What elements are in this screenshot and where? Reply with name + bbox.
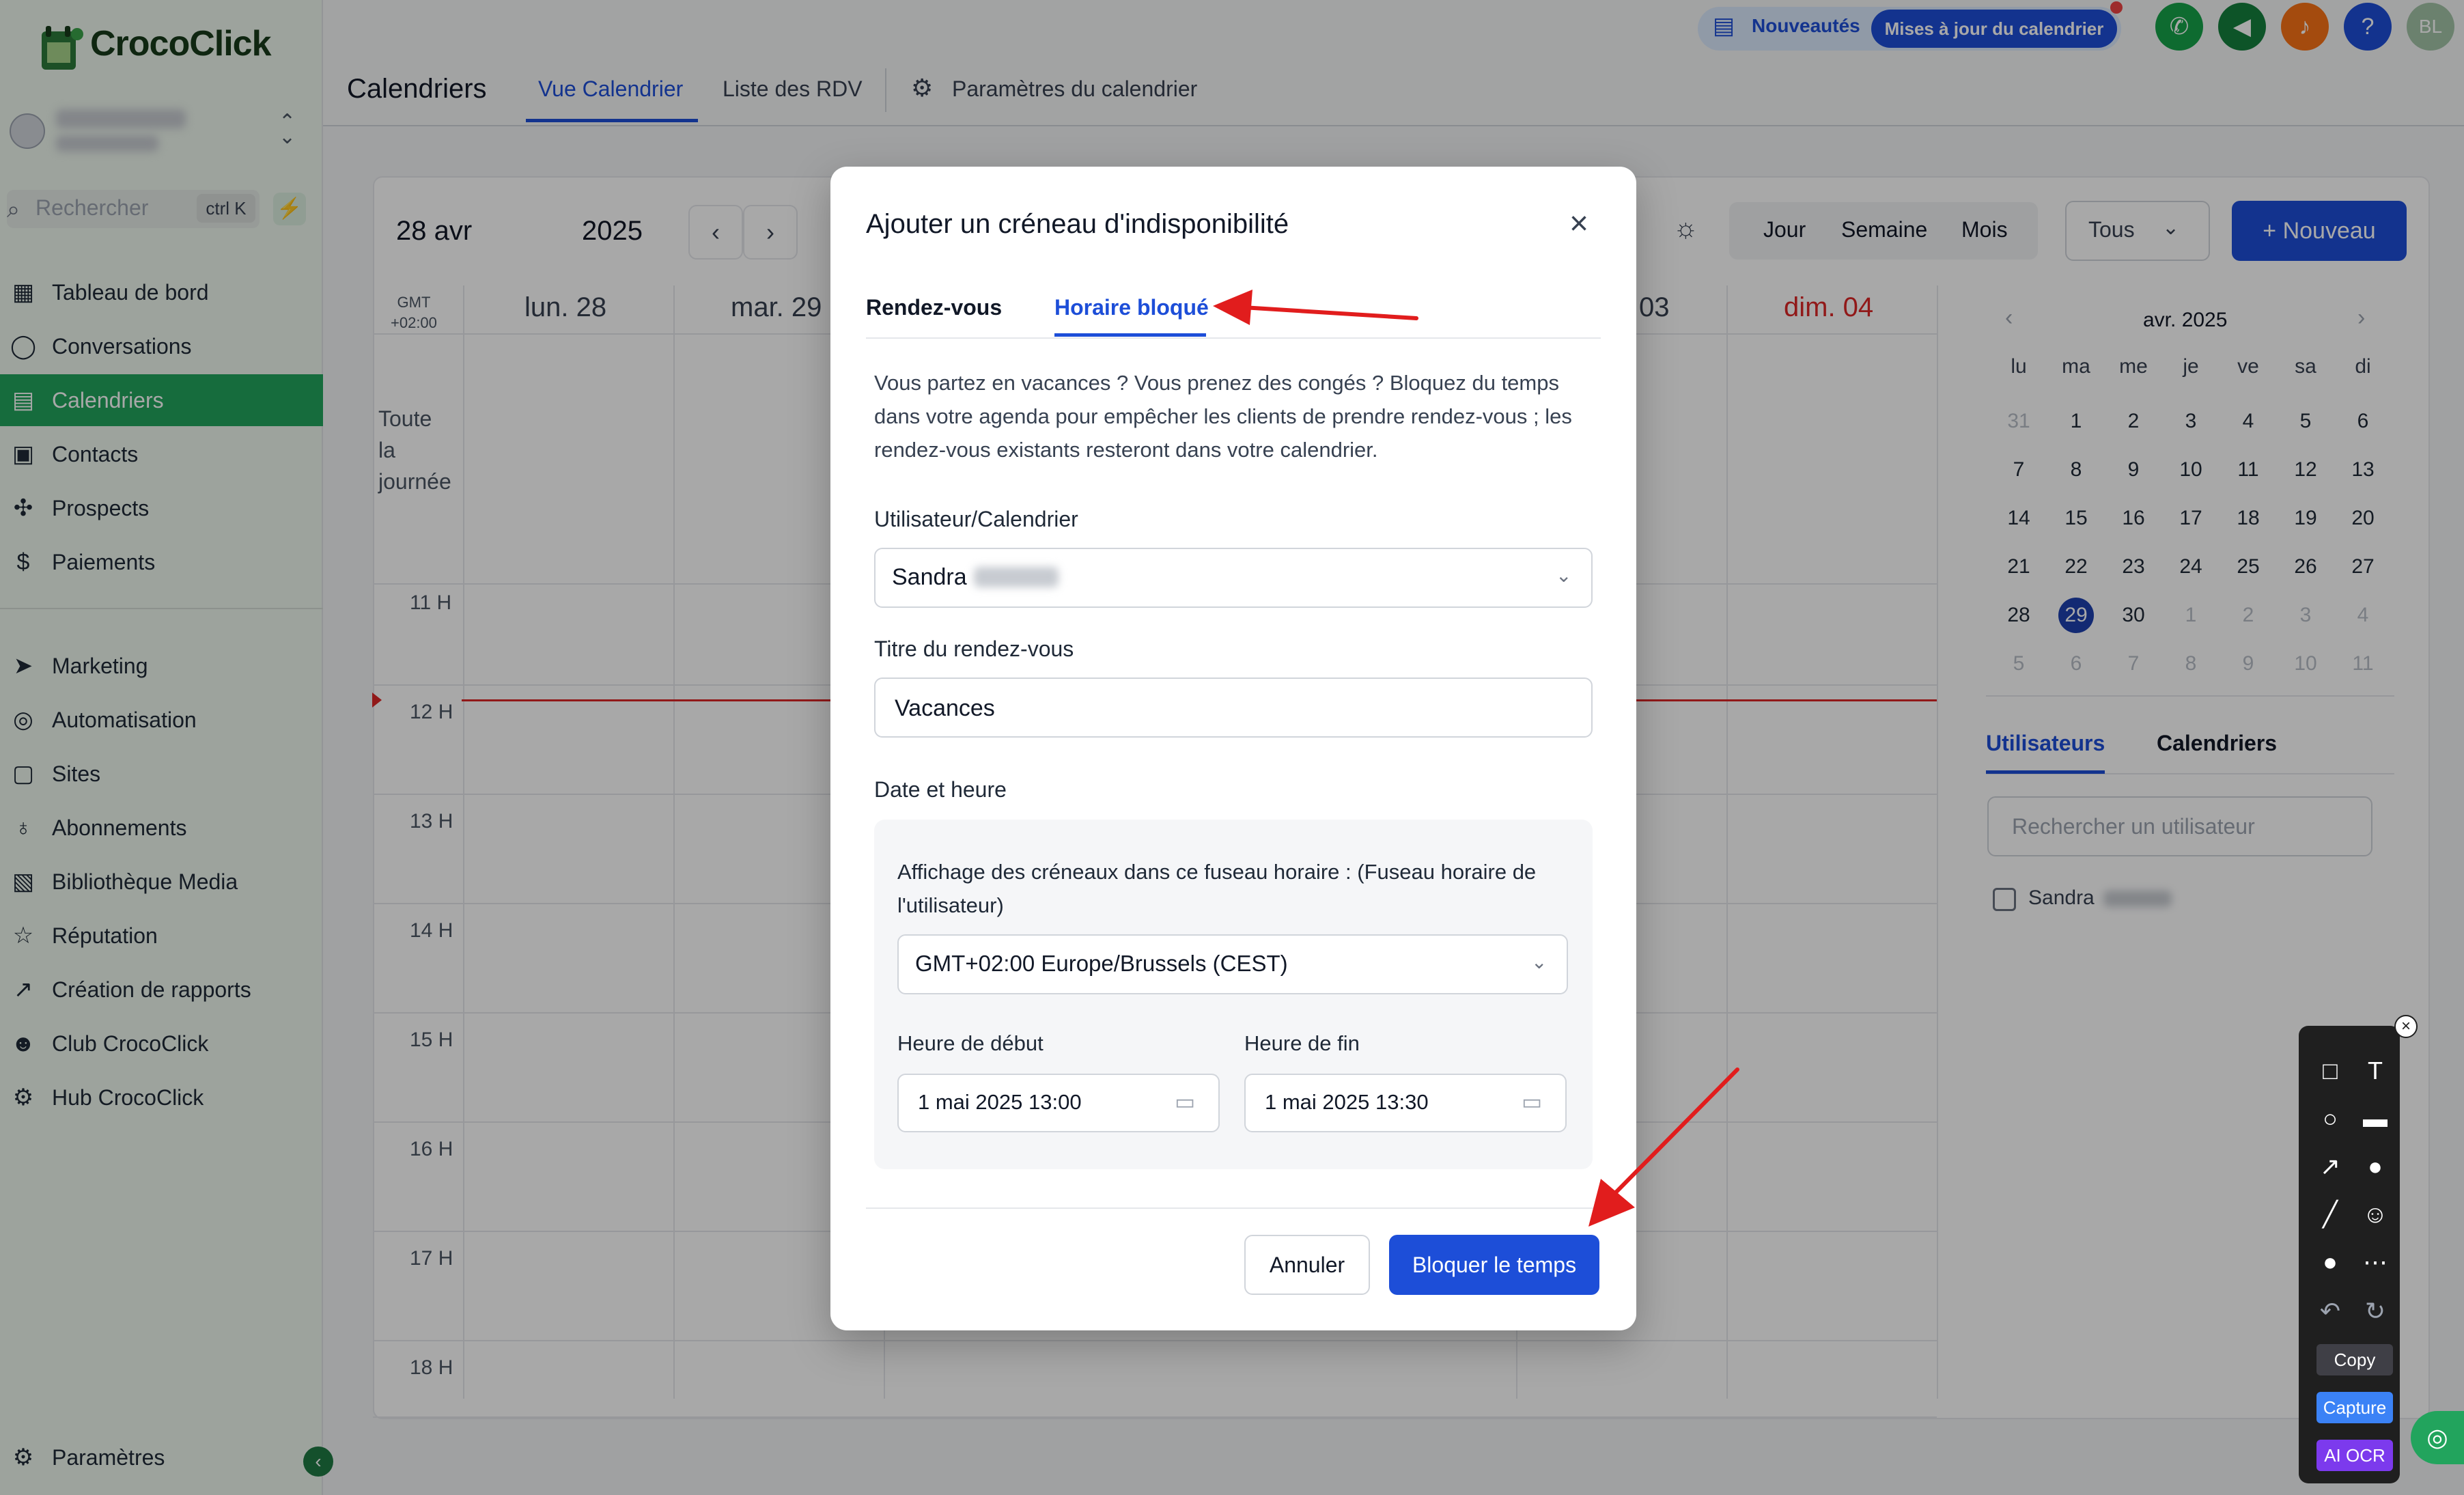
user-calendar-value: Sandra: [892, 564, 967, 590]
tab-blocked-time[interactable]: Horaire bloqué: [1054, 295, 1209, 320]
chat-widget-icon[interactable]: ◎: [2411, 1411, 2464, 1464]
start-time-value: 1 mai 2025 13:00: [918, 1090, 1082, 1114]
cancel-button[interactable]: Annuler: [1244, 1235, 1370, 1295]
step-tool-icon[interactable]: ●: [2360, 1151, 2390, 1182]
appointment-title-value: Vacances: [895, 695, 995, 721]
undo-icon[interactable]: ↶: [2315, 1296, 2345, 1326]
end-time-label: Heure de fin: [1244, 1031, 1360, 1055]
timezone-info-label: Affichage des créneaux dans ce fuseau ho…: [897, 860, 1537, 917]
comment-tool-icon[interactable]: ▬: [2360, 1104, 2390, 1134]
appointment-title-label: Titre du rendez-vous: [874, 637, 1074, 661]
emoji-tool-icon[interactable]: ☺: [2360, 1199, 2390, 1229]
more-tools-icon[interactable]: ⋯: [2360, 1247, 2390, 1277]
timezone-select-value: GMT+02:00 Europe/Brussels (CEST): [915, 951, 1288, 976]
ellipse-tool-icon[interactable]: ○: [2315, 1104, 2345, 1134]
chevron-down-icon: ⌄: [1531, 951, 1548, 973]
text-tool-icon[interactable]: T: [2360, 1056, 2390, 1086]
date-time-label: Date et heure: [874, 777, 1007, 802]
end-time-value: 1 mai 2025 13:30: [1265, 1090, 1429, 1114]
capture-button[interactable]: Capture: [2316, 1392, 2393, 1423]
ai-ocr-button[interactable]: AI OCR: [2316, 1440, 2393, 1471]
chevron-down-icon: ⌄: [1556, 565, 1572, 586]
close-icon[interactable]: ×: [2394, 1015, 2418, 1038]
active-tab-indicator: [1054, 333, 1206, 337]
rectangle-tool-icon[interactable]: □: [2315, 1056, 2345, 1086]
user-calendar-label: Utilisateur/Calendrier: [874, 507, 1078, 531]
reset-icon[interactable]: ↻: [2360, 1296, 2390, 1326]
modal-title: Ajouter un créneau d'indisponibilité: [866, 209, 1289, 239]
blur-tool-icon[interactable]: ●: [2315, 1247, 2345, 1277]
user-lastname-blurred: [974, 567, 1059, 587]
close-icon[interactable]: ×: [1569, 205, 1588, 242]
copy-button[interactable]: Copy: [2316, 1344, 2393, 1375]
annotation-arrow-icon: [1213, 290, 1418, 325]
tab-appointment[interactable]: Rendez-vous: [866, 295, 1002, 320]
start-time-label: Heure de début: [897, 1031, 1044, 1055]
modal-footer-divider: [866, 1207, 1601, 1209]
annotation-arrow-icon: [1588, 1067, 1739, 1227]
calendar-picker-icon[interactable]: ▭: [1175, 1089, 1195, 1115]
block-time-button[interactable]: Bloquer le temps: [1389, 1235, 1599, 1295]
modal-description: Vous partez en vacances ? Vous prenez de…: [874, 371, 1572, 462]
arrow-tool-icon[interactable]: ↗: [2315, 1151, 2345, 1182]
tab-divider: [866, 337, 1601, 339]
pen-tool-icon[interactable]: ╱: [2315, 1199, 2345, 1229]
calendar-picker-icon[interactable]: ▭: [1522, 1089, 1542, 1115]
